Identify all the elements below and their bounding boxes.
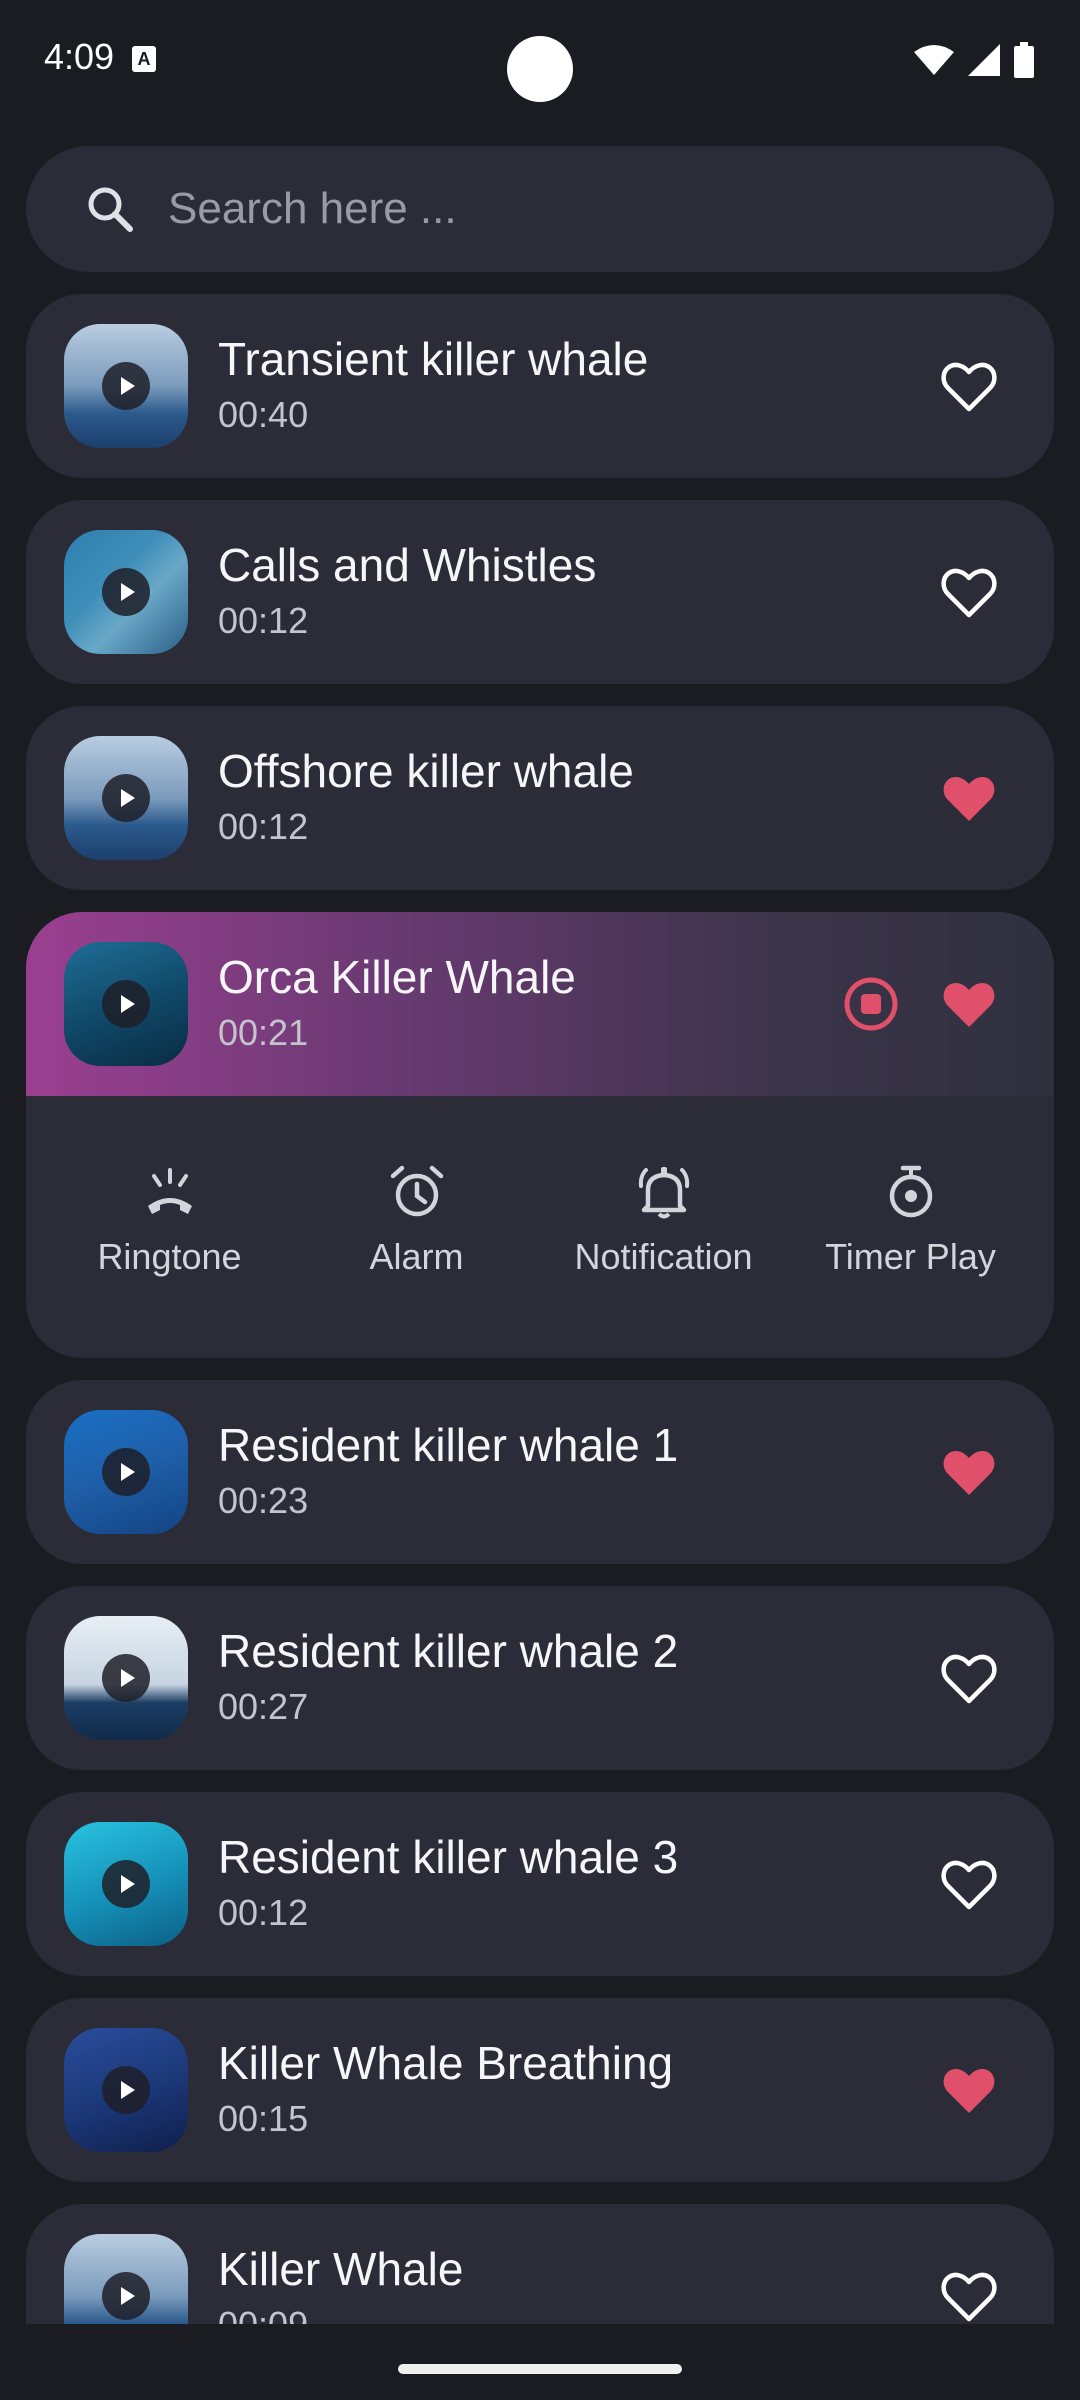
status-icons (914, 42, 1034, 78)
sound-title: Resident killer whale 2 (218, 1625, 679, 1677)
stop-icon[interactable] (842, 975, 900, 1033)
sound-duration: 00:12 (218, 1892, 309, 1933)
sound-card[interactable]: Killer Whale Breathing 00:15 (26, 1998, 1054, 2182)
wifi-icon (914, 45, 954, 75)
sound-thumbnail[interactable] (64, 1822, 188, 1946)
status-bar: 4:09 A (0, 0, 1080, 120)
play-icon[interactable] (102, 980, 150, 1028)
sound-duration: 00:40 (218, 394, 309, 435)
sound-card[interactable]: Calls and Whistles 00:12 (26, 500, 1054, 684)
sound-card[interactable]: Resident killer whale 1 00:23 (26, 1380, 1054, 1564)
heart-outline-icon[interactable] (940, 1649, 998, 1707)
sound-thumbnail[interactable] (64, 2234, 188, 2324)
sound-title: Transient killer whale (218, 333, 649, 385)
heart-outline-icon[interactable] (940, 1855, 998, 1913)
sound-duration: 00:09 (218, 2304, 308, 2324)
sound-card[interactable]: Killer Whale 00:09 (26, 2204, 1054, 2324)
action-alarm[interactable]: Alarm (302, 1096, 532, 1358)
sound-duration: 00:27 (218, 1686, 309, 1727)
sound-title: Resident killer whale 1 (218, 1419, 679, 1471)
heart-outline-icon[interactable] (940, 357, 998, 415)
play-icon[interactable] (102, 568, 150, 616)
action-label: Ringtone (97, 1236, 242, 1277)
sound-title: Killer Whale Breathing (218, 2037, 674, 2089)
play-icon[interactable] (102, 1448, 150, 1496)
sound-thumbnail[interactable] (64, 2028, 188, 2152)
sound-card[interactable]: Resident killer whale 3 00:12 (26, 1792, 1054, 1976)
sound-title: Resident killer whale 3 (218, 1831, 679, 1883)
sound-duration: 00:12 (218, 600, 309, 641)
sound-card-active[interactable]: Orca Killer Whale 00:21 Ringtone Alarm N… (26, 912, 1054, 1358)
battery-icon (1014, 42, 1034, 78)
action-label: Timer Play (825, 1236, 996, 1277)
play-icon[interactable] (102, 774, 150, 822)
sound-thumbnail[interactable] (64, 1410, 188, 1534)
heart-filled-icon[interactable] (940, 2061, 998, 2119)
action-label: Notification (574, 1236, 753, 1277)
sound-duration: 00:12 (218, 806, 309, 847)
sound-thumbnail[interactable] (64, 324, 188, 448)
gesture-nav-handle[interactable] (398, 2364, 682, 2374)
search-input[interactable] (166, 183, 990, 235)
front-camera (507, 36, 573, 102)
heart-outline-icon[interactable] (940, 563, 998, 621)
sound-title: Orca Killer Whale (218, 951, 576, 1003)
sound-thumbnail[interactable] (64, 736, 188, 860)
sound-thumbnail[interactable] (64, 530, 188, 654)
search-bar[interactable] (26, 146, 1054, 272)
heart-filled-icon[interactable] (940, 769, 998, 827)
heart-filled-icon[interactable] (940, 1443, 998, 1501)
sound-duration: 00:23 (218, 1480, 309, 1521)
action-timer-play[interactable]: Timer Play (796, 1096, 1026, 1358)
play-icon[interactable] (102, 1860, 150, 1908)
sound-title: Killer Whale (218, 2243, 464, 2295)
phone-ring-icon (147, 1168, 192, 1214)
set-as-actions: Ringtone Alarm Notification Timer Play (26, 1096, 1054, 1358)
sound-card[interactable]: Transient killer whale 00:40 (26, 294, 1054, 478)
alarm-icon (390, 1165, 443, 1217)
sound-list[interactable]: Transient killer whale 00:40 Calls and W… (26, 294, 1054, 2324)
status-time: 4:09 (44, 36, 115, 77)
play-icon[interactable] (102, 362, 150, 410)
action-label: Alarm (369, 1236, 464, 1277)
action-notification[interactable]: Notification (549, 1096, 779, 1358)
app-notification-icon: A (132, 46, 156, 72)
action-ringtone[interactable]: Ringtone (55, 1096, 285, 1358)
sound-thumbnail[interactable] (64, 942, 188, 1066)
sound-title: Calls and Whistles (218, 539, 597, 591)
sound-card[interactable]: Offshore killer whale 00:12 (26, 706, 1054, 890)
play-icon[interactable] (102, 2066, 150, 2114)
play-icon[interactable] (102, 2272, 150, 2320)
sound-duration: 00:15 (218, 2098, 309, 2139)
signal-icon (968, 44, 1000, 76)
play-icon[interactable] (102, 1654, 150, 1702)
heart-outline-icon[interactable] (940, 2267, 998, 2324)
search-icon (88, 187, 133, 232)
timer-icon (889, 1165, 932, 1218)
sound-card[interactable]: Resident killer whale 2 00:27 (26, 1586, 1054, 1770)
sound-title: Offshore killer whale (218, 745, 634, 797)
sound-thumbnail[interactable] (64, 1616, 188, 1740)
notification-bell-icon (638, 1167, 689, 1219)
sound-duration: 00:21 (218, 1012, 309, 1053)
heart-filled-icon[interactable] (940, 975, 998, 1033)
